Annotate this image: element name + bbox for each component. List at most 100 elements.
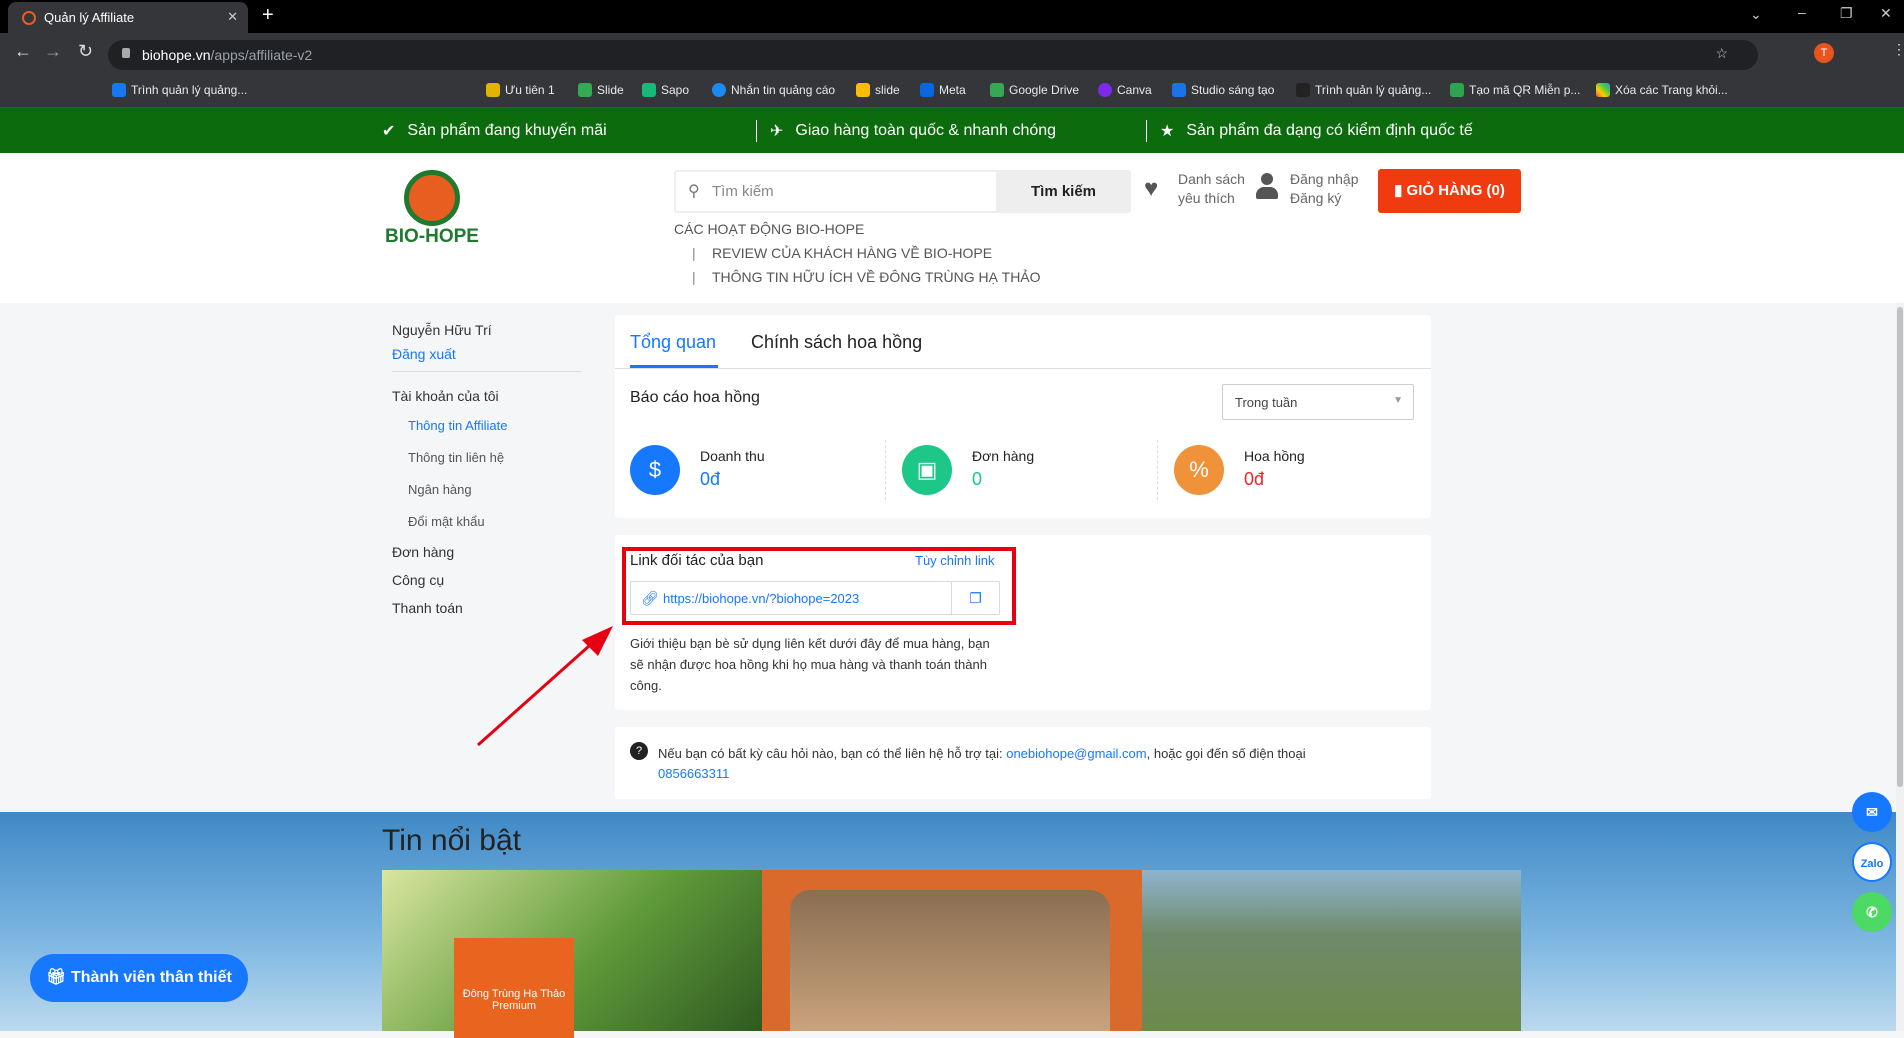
tab-commission-policy[interactable]: Chính sách hoa hồng xyxy=(751,332,922,353)
help-text: Nếu bạn có bất kỳ câu hỏi nào, bạn có th… xyxy=(658,746,1306,781)
cart-button[interactable]: ▮ GIỎ HÀNG (0) xyxy=(1378,169,1521,213)
sidebar-tools[interactable]: Công cụ xyxy=(392,572,444,588)
bookmark[interactable]: Sapo xyxy=(642,83,689,97)
star-icon: ★ xyxy=(1160,123,1175,140)
gift-icon: 🎁︎ xyxy=(46,969,71,986)
promo-text: Sản phẩm đang khuyến mãi xyxy=(407,122,607,139)
restore-icon[interactable]: ❐ xyxy=(1840,5,1853,22)
news-image-product[interactable]: Đông Trùng Hạ Thảo Premium xyxy=(382,870,762,1038)
percent-bag-icon: % xyxy=(1174,445,1224,495)
logo[interactable]: BIO-HOPE xyxy=(382,170,482,255)
register-link[interactable]: Đăng ký xyxy=(1290,189,1359,208)
minimize-icon[interactable]: – xyxy=(1798,4,1806,20)
box-icon: ▣ xyxy=(902,445,952,495)
sidebar-change-password[interactable]: Đổi mật khẩu xyxy=(408,514,485,529)
user-icon xyxy=(1256,173,1278,203)
zalo-icon[interactable]: Zalo xyxy=(1852,842,1892,882)
bookmark[interactable]: Trình quản lý quảng... xyxy=(112,83,247,97)
promo-text: Sản phẩm đa dạng có kiểm định quốc tế xyxy=(1186,122,1473,139)
copy-icon[interactable]: ❐ xyxy=(951,582,999,614)
reload-icon[interactable]: ↻ xyxy=(78,41,93,62)
bookmark[interactable]: Tạo mã QR Miễn p... xyxy=(1450,83,1580,97)
address-bar[interactable]: biohope.vn/apps/affiliate-v2 ☆ xyxy=(108,40,1758,70)
nav-activities[interactable]: CÁC HOẠT ĐỘNG BIO-HOPE xyxy=(674,221,864,237)
bookmark[interactable]: slide xyxy=(856,83,900,97)
nav-reviews[interactable]: REVIEW CỦA KHÁCH HÀNG VỀ BIO-HOPE xyxy=(712,245,992,261)
plane-icon: ✈ xyxy=(770,123,784,140)
close-window-icon[interactable]: ✕ xyxy=(1880,5,1892,22)
stat-label: Hoa hồng xyxy=(1244,448,1305,464)
user-name: Nguyễn Hữu Trí xyxy=(392,322,492,338)
tab-title: Quản lý Affiliate xyxy=(44,10,135,25)
news-image-farm[interactable] xyxy=(1142,870,1521,1031)
search-box: ⚲ Tìm kiếm Tìm kiếm xyxy=(674,170,1131,213)
period-select[interactable]: Trong tuần ▼ xyxy=(1222,384,1414,420)
bookmark[interactable]: Canva xyxy=(1098,83,1152,97)
sidebar-contact-info[interactable]: Thông tin liên hệ xyxy=(408,450,504,465)
tab-search-icon[interactable]: ⌄ xyxy=(1750,6,1762,23)
search-icon: ⚲ xyxy=(688,183,700,200)
bookmark[interactable]: Slide xyxy=(578,83,624,97)
stat-label: Đơn hàng xyxy=(972,448,1035,464)
forward-icon[interactable]: → xyxy=(44,41,62,62)
bookmark[interactable]: Trình quản lý quảng... xyxy=(1296,83,1431,97)
section-title: Tin nổi bật xyxy=(382,824,521,857)
scrollbar[interactable] xyxy=(1896,303,1904,1031)
overview-card: Tổng quan Chính sách hoa hồng Báo cáo ho… xyxy=(615,315,1431,518)
close-tab-icon[interactable]: ✕ xyxy=(227,9,238,25)
lock-icon xyxy=(122,48,130,58)
link-icon: 🔗︎ xyxy=(641,590,659,606)
stat-value-commission: 0đ xyxy=(1244,469,1265,489)
nav-info[interactable]: THÔNG TIN HỮU ÍCH VỀ ĐÔNG TRÙNG HẠ THẢO xyxy=(712,269,1041,285)
bookmark[interactable]: Meta xyxy=(920,83,966,97)
menu-icon[interactable]: ⋮ xyxy=(1892,41,1904,58)
stat-value-revenue: 0đ xyxy=(700,469,721,489)
bookmarks-bar: Trình quản lý quảng... Ưu tiên 1 Slide S… xyxy=(0,75,1904,108)
new-tab-icon[interactable]: + xyxy=(262,4,274,27)
login-link[interactable]: Đăng nhập xyxy=(1290,170,1359,189)
browser-tab-bar: Quản lý Affiliate ✕ + ⌄ – ❐ ✕ xyxy=(0,0,1904,33)
support-phone-link[interactable]: 0856663311 xyxy=(658,766,729,781)
bookmark[interactable]: Studio sáng tạo xyxy=(1172,83,1274,97)
url-path: /apps/affiliate-v2 xyxy=(210,47,313,63)
sidebar-account[interactable]: Tài khoản của tôi xyxy=(392,388,499,404)
star-icon[interactable]: ☆ xyxy=(1715,45,1728,62)
question-chat-icon: ? xyxy=(630,742,648,760)
back-icon[interactable]: ← xyxy=(14,41,32,62)
check-icon: ✔ xyxy=(382,123,396,140)
bookmark[interactable]: Xóa các Trang khỏi... xyxy=(1596,83,1728,97)
sidebar-affiliate-info[interactable]: Thông tin Affiliate xyxy=(408,418,508,433)
customize-link-button[interactable]: Tùy chỉnh link xyxy=(915,553,994,568)
loyalty-member-button[interactable]: 🎁︎ Thành viên thân thiết xyxy=(30,954,248,1002)
bookmark[interactable]: Nhắn tin quảng cáo xyxy=(712,83,835,97)
help-card: ? Nếu bạn có bất kỳ câu hỏi nào, bạn có … xyxy=(615,727,1431,799)
favicon-icon xyxy=(22,11,36,25)
search-button[interactable]: Tìm kiếm xyxy=(996,170,1131,213)
tab-overview[interactable]: Tổng quan xyxy=(630,332,716,353)
bookmark[interactable]: Ưu tiên 1 xyxy=(486,83,555,97)
sidebar-bank[interactable]: Ngân hàng xyxy=(408,482,472,497)
money-bag-icon: $ xyxy=(630,445,680,495)
promo-banner: ✔ Sản phẩm đang khuyến mãi ✈ Giao hàng toà… xyxy=(0,108,1904,153)
stat-value-orders: 0 xyxy=(972,469,983,489)
news-image-person[interactable] xyxy=(762,870,1142,1031)
divider xyxy=(615,368,1431,369)
bookmark[interactable]: Google Drive xyxy=(990,83,1079,97)
messenger-icon[interactable]: ✉ xyxy=(1852,792,1892,832)
partner-link-card: Link đối tác của bạn Tùy chỉnh link 🔗︎ h… xyxy=(615,535,1431,710)
search-input[interactable]: ⚲ Tìm kiếm xyxy=(676,172,996,211)
phone-icon[interactable]: ✆ xyxy=(1852,892,1892,932)
profile-avatar[interactable]: T xyxy=(1814,43,1834,63)
bag-icon: ▮ xyxy=(1394,182,1407,199)
sidebar-payment[interactable]: Thanh toán xyxy=(392,600,463,616)
support-email-link[interactable]: onebiohope@gmail.com xyxy=(1006,746,1146,761)
link-description: Giới thiệu bạn bè sử dụng liên kết dưới … xyxy=(630,636,990,693)
browser-tab[interactable]: Quản lý Affiliate ✕ xyxy=(8,2,248,33)
logout-link[interactable]: Đăng xuất xyxy=(392,346,456,362)
wishlist-link[interactable]: Danh sách yêu thích xyxy=(1178,170,1245,208)
heart-icon[interactable]: ♥ xyxy=(1144,175,1158,203)
sidebar-orders[interactable]: Đơn hàng xyxy=(392,544,454,560)
partner-link-input[interactable]: 🔗︎ https://biohope.vn/?biohope=2023 ❐ xyxy=(630,581,1000,615)
site-header: BIO-HOPE ⚲ Tìm kiếm Tìm kiếm ♥ Danh sách… xyxy=(0,153,1904,303)
report-title: Báo cáo hoa hồng xyxy=(630,389,760,406)
